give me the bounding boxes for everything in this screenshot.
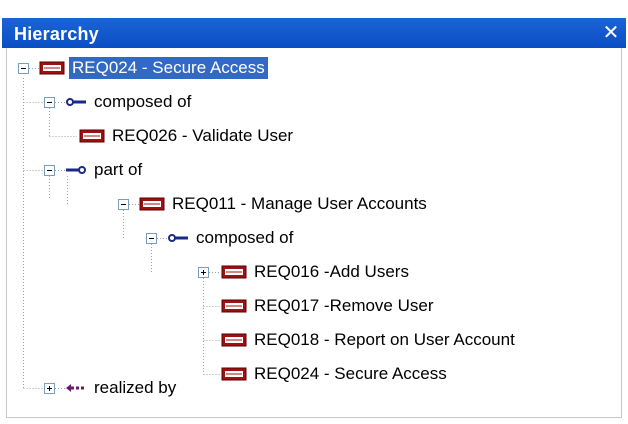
- tree-node-label[interactable]: REQ018 - Report on User Account: [251, 329, 518, 351]
- requirement-icon: [221, 299, 247, 313]
- tree-node-label[interactable]: REQ016 -Add Users: [251, 261, 412, 283]
- collapse-toggle[interactable]: [118, 199, 129, 210]
- requirement-icon: [79, 129, 105, 143]
- collapse-toggle[interactable]: [146, 233, 157, 244]
- expand-toggle[interactable]: [44, 383, 55, 394]
- requirement-icon: [139, 197, 165, 211]
- collapse-toggle[interactable]: [44, 165, 55, 176]
- hierarchy-panel: Hierarchy ✕ REQ024 - Secure Access compo…: [0, 0, 628, 424]
- tree-node-label[interactable]: composed of: [193, 227, 296, 249]
- requirement-icon: [221, 265, 247, 279]
- requirement-icon: [221, 367, 247, 381]
- tree-node-label[interactable]: REQ026 - Validate User: [109, 125, 296, 147]
- tree-node-label[interactable]: REQ024 - Secure Access: [251, 363, 450, 385]
- hierarchy-tree: REQ024 - Secure Access composed of REQ02…: [6, 48, 622, 418]
- panel-title: Hierarchy: [14, 24, 99, 44]
- panel-titlebar: Hierarchy ✕: [2, 18, 626, 48]
- tree-node-label[interactable]: REQ024 - Secure Access: [69, 57, 268, 79]
- tree-node-label[interactable]: REQ011 - Manage User Accounts: [169, 193, 430, 215]
- composed-of-icon: [168, 234, 188, 242]
- expand-toggle[interactable]: [198, 267, 209, 278]
- tree-node-label[interactable]: REQ017 -Remove User: [251, 295, 437, 317]
- collapse-toggle[interactable]: [44, 97, 55, 108]
- collapse-toggle[interactable]: [18, 63, 29, 74]
- requirement-icon: [221, 333, 247, 347]
- close-icon[interactable]: ✕: [600, 21, 622, 45]
- tree-node-label[interactable]: part of: [91, 159, 145, 181]
- tree-node-label[interactable]: composed of: [91, 91, 194, 113]
- tree-node-label[interactable]: realized by: [91, 377, 179, 399]
- realized-by-icon: [66, 384, 86, 392]
- composed-of-icon: [66, 98, 86, 106]
- requirement-icon: [39, 61, 65, 75]
- part-of-icon: [66, 166, 86, 174]
